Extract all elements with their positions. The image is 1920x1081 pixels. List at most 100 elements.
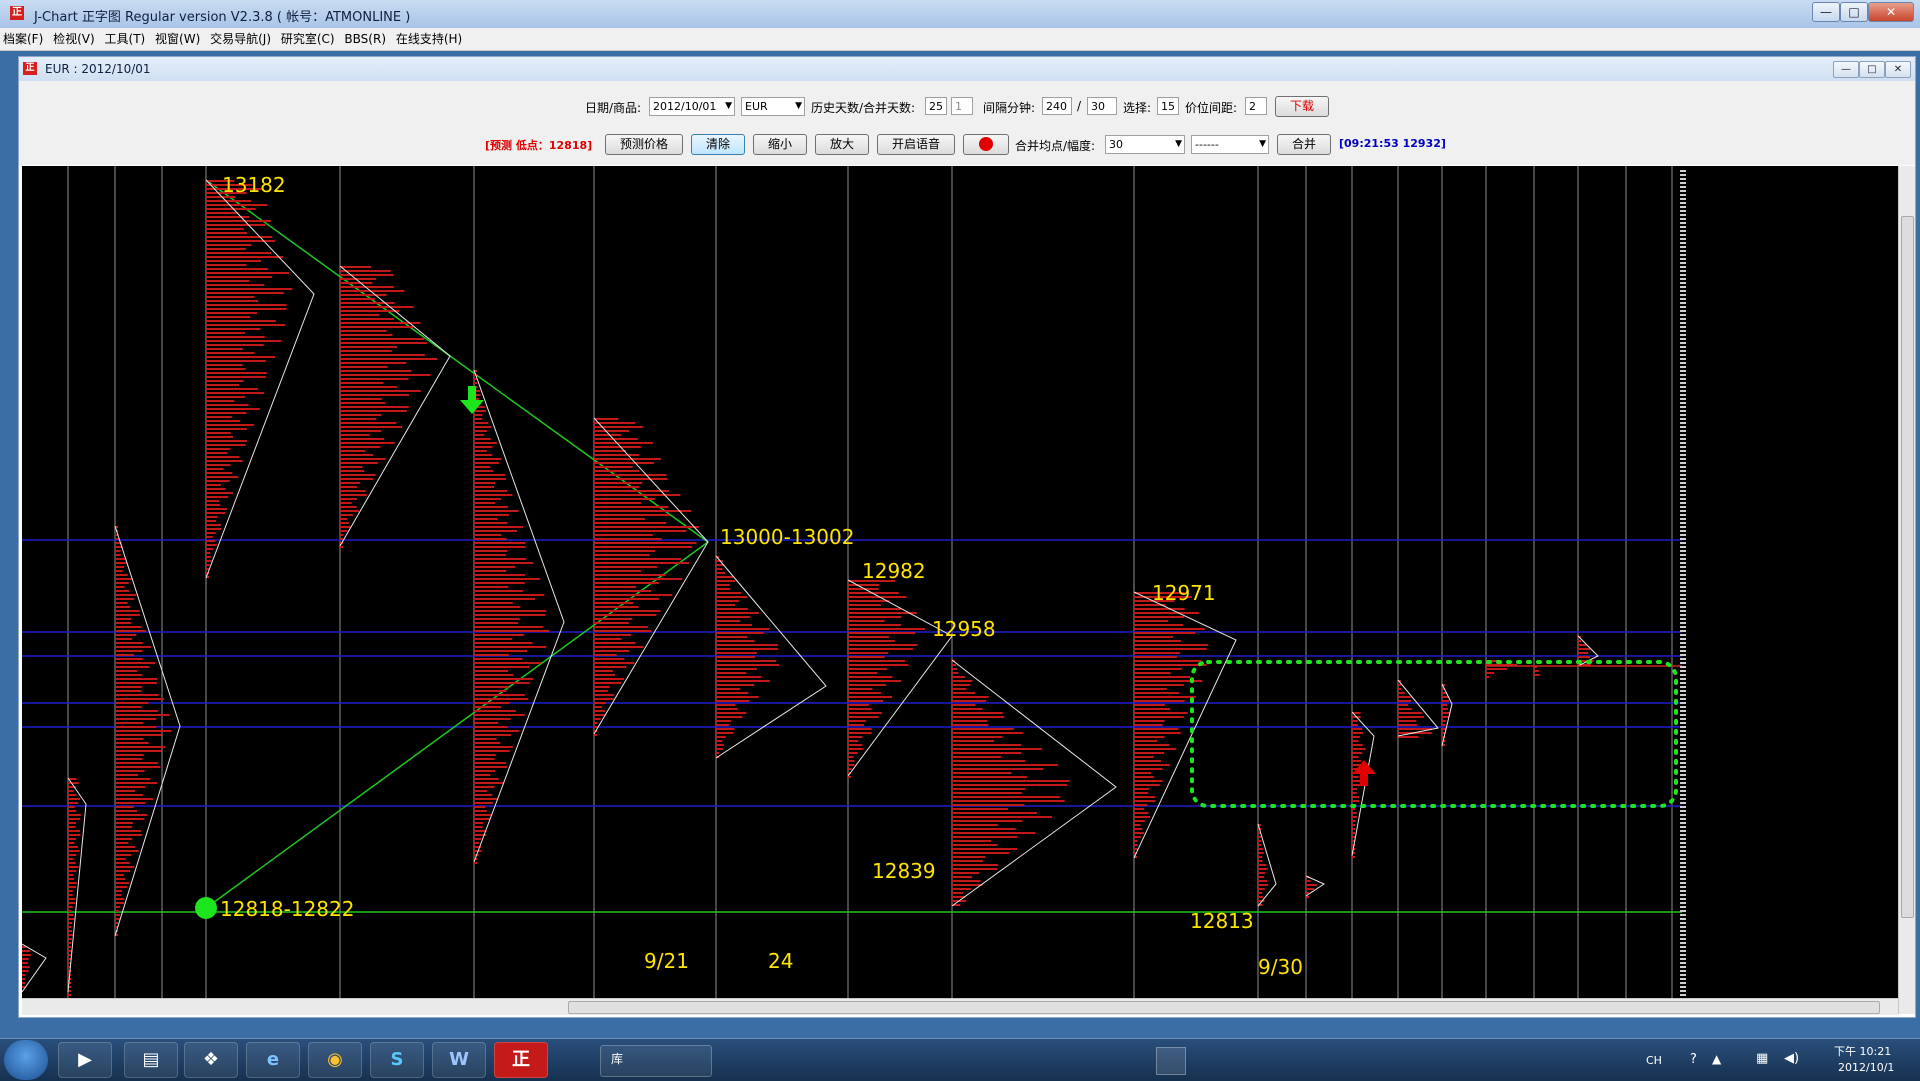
interval-a-input[interactable]: 240	[1042, 97, 1072, 115]
help-icon[interactable]: ?	[1690, 1052, 1697, 1067]
menu-view[interactable]: 检视(V)	[50, 28, 98, 50]
menu-bar: 档案(F) 检视(V) 工具(T) 视窗(W) 交易导航(J) 研究室(C) B…	[0, 28, 1920, 51]
price-scale-tick	[1680, 538, 1686, 540]
market-profile-chart[interactable]: 13182 13000-13002 12982 12958 12971 12839 1281…	[22, 166, 1898, 998]
input-language-indicator[interactable]: CH	[1646, 1054, 1662, 1067]
voice-button[interactable]: 开启语音	[877, 134, 955, 155]
zoom-out-button[interactable]: 缩小	[753, 134, 807, 155]
maximize-button[interactable]: □	[1840, 2, 1868, 22]
show-hidden-icons-icon[interactable]: ▲	[1712, 1052, 1721, 1066]
profile-bar	[115, 754, 144, 756]
volume-icon[interactable]: ◀)	[1784, 1051, 1799, 1066]
history-days-input[interactable]: 25	[925, 97, 947, 115]
close-button[interactable]: ✕	[1868, 2, 1914, 22]
price-scale-tick	[1680, 678, 1686, 680]
line-style-value: ------	[1195, 138, 1219, 151]
internet-explorer-icon[interactable]: e	[246, 1042, 300, 1078]
clock-time[interactable]: 下午 10:21	[1834, 1043, 1891, 1059]
vertical-scroll-thumb[interactable]	[1901, 216, 1914, 918]
horizontal-scrollbar[interactable]	[22, 998, 1898, 1015]
menu-tools[interactable]: 工具(T)	[102, 28, 149, 50]
pen-input-icon[interactable]	[1156, 1047, 1186, 1075]
price-scale-tick	[1680, 970, 1686, 972]
merge-days-input[interactable]: 1	[951, 97, 973, 115]
price-scale-tick	[1680, 794, 1686, 796]
profile-bar	[594, 422, 636, 424]
profile-bar	[206, 496, 229, 498]
profile-bar	[848, 732, 872, 734]
merge-button[interactable]: 合并	[1277, 134, 1331, 155]
price-scale-tick	[1680, 638, 1686, 640]
profile-bar	[340, 530, 348, 532]
menu-bbs[interactable]: BBS(R)	[341, 28, 389, 50]
profile-bar	[474, 530, 518, 532]
predict-price-button[interactable]: 预测价格	[605, 134, 683, 155]
profile-bar	[206, 296, 255, 298]
chart-maximize-button[interactable]: □	[1859, 61, 1885, 78]
interval-b-input[interactable]: 30	[1087, 97, 1117, 115]
symbol-select[interactable]: EUR ▼	[741, 97, 805, 116]
horizontal-scroll-thumb[interactable]	[568, 1001, 1880, 1014]
minimize-button[interactable]: —	[1812, 2, 1840, 22]
zoom-in-button[interactable]: 放大	[815, 134, 869, 155]
price-scale-tick	[1680, 214, 1686, 216]
chart-minimize-button[interactable]: —	[1833, 61, 1859, 78]
select-input[interactable]: 15	[1157, 97, 1179, 115]
record-button[interactable]	[963, 134, 1009, 155]
clock-date[interactable]: 2012/10/1	[1838, 1061, 1894, 1074]
menu-file[interactable]: 档案(F)	[0, 28, 46, 50]
profile-bar	[848, 744, 863, 746]
profile-bar	[115, 870, 130, 872]
price-scale-tick	[1680, 554, 1686, 556]
spacing-input[interactable]: 2	[1245, 97, 1267, 115]
menu-research[interactable]: 研究室(C)	[278, 28, 338, 50]
media-player-icon[interactable]: ▶	[58, 1042, 112, 1078]
profile-bar	[474, 666, 530, 668]
menu-trade-nav[interactable]: 交易导航(J)	[207, 28, 274, 50]
chrome-icon[interactable]: ◉	[308, 1042, 362, 1078]
profile-bar	[1134, 620, 1169, 622]
date-select[interactable]: 2012/10/01 ▼	[649, 97, 735, 116]
profile-bar	[1398, 708, 1412, 710]
profile-bar	[68, 890, 73, 892]
profile-bar	[115, 570, 123, 572]
price-scale-tick	[1680, 526, 1686, 528]
profile-bar	[340, 394, 409, 396]
start-button[interactable]	[4, 1040, 48, 1080]
word-icon[interactable]: W	[432, 1042, 486, 1078]
price-scale-tick	[1680, 278, 1686, 280]
price-scale-tick	[1680, 934, 1686, 936]
menu-window[interactable]: 视窗(W)	[152, 28, 203, 50]
price-scale-tick	[1680, 850, 1686, 852]
price-scale-tick	[1680, 786, 1686, 788]
j-chart-taskbar-icon[interactable]: 正	[494, 1042, 548, 1078]
profile-bar	[1134, 816, 1151, 818]
vertical-scrollbar[interactable]	[1898, 166, 1915, 1014]
profile-bar	[206, 376, 266, 378]
library-window-button[interactable]: 库	[600, 1045, 712, 1077]
profile-bar	[68, 838, 77, 840]
skype-icon[interactable]: S	[370, 1042, 424, 1078]
chart-close-button[interactable]: ✕	[1885, 61, 1911, 78]
clear-button[interactable]: 清除	[691, 134, 745, 155]
price-scale-tick	[1680, 798, 1686, 800]
merge-value-select[interactable]: 30 ▼	[1105, 135, 1185, 154]
app-store-icon[interactable]: ❖	[184, 1042, 238, 1078]
chart-annotation: 12818-12822	[220, 897, 354, 921]
profile-bar	[952, 688, 967, 690]
profile-bar	[340, 414, 382, 416]
profile-bar	[474, 754, 496, 756]
menu-online-support[interactable]: 在线支持(H)	[393, 28, 465, 50]
profile-bar	[1134, 744, 1170, 746]
line-style-select[interactable]: ------ ▼	[1191, 135, 1269, 154]
profile-bar	[206, 536, 213, 538]
profile-bar	[68, 938, 72, 940]
download-button[interactable]: 下载	[1275, 96, 1329, 117]
profile-bar	[474, 490, 508, 492]
profile-bar	[206, 292, 284, 294]
price-scale-tick	[1680, 470, 1686, 472]
network-icon[interactable]: ▦	[1756, 1051, 1768, 1066]
profile-bar	[594, 602, 634, 604]
profile-bar	[206, 244, 252, 246]
file-explorer-icon[interactable]: ▤	[124, 1042, 178, 1078]
